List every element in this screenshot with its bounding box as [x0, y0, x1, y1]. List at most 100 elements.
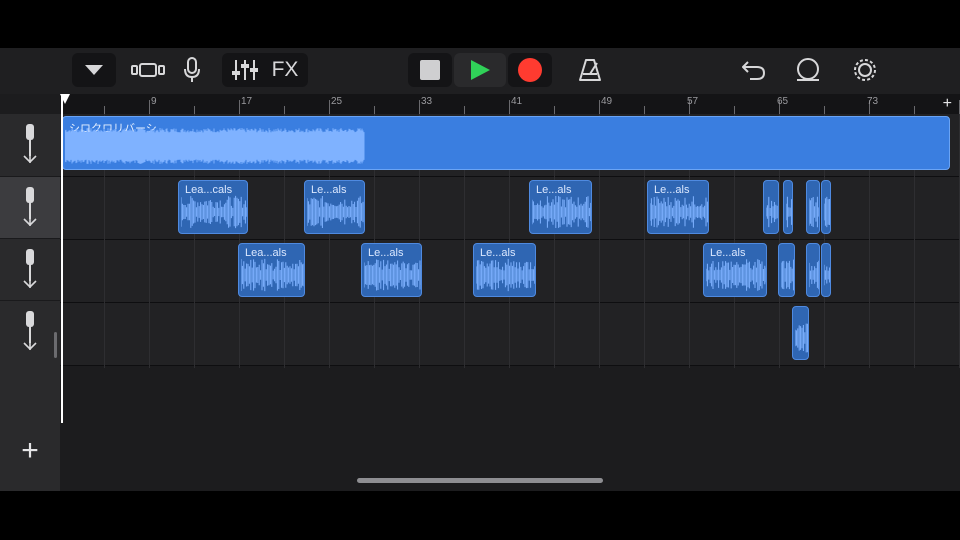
waveform	[476, 258, 535, 292]
ruler-bar-number: 25	[331, 96, 343, 107]
track-lanes: シロクロリバーシ Lea...cals Le...als Le...als Le…	[60, 114, 960, 491]
waveform	[809, 260, 819, 290]
waveform	[809, 196, 819, 228]
ruler-tick	[464, 106, 465, 114]
add-section-button[interactable]: +	[943, 94, 952, 114]
waveform	[766, 196, 778, 228]
waveform	[650, 196, 708, 228]
audio-region[interactable]: Le...als	[529, 180, 592, 234]
settings-icon	[852, 57, 878, 83]
undo-icon	[742, 59, 766, 81]
timeline-ruler[interactable]: 9 17 25 33 41 49 57 65 73 +	[60, 94, 960, 114]
undo-button[interactable]	[736, 53, 772, 87]
waveform	[781, 259, 794, 291]
track-view-button[interactable]	[128, 53, 168, 87]
ruler-tick	[824, 106, 825, 114]
audio-region[interactable]	[763, 180, 779, 234]
ruler-bar-number: 57	[687, 96, 699, 107]
ruler-tick	[104, 106, 105, 114]
record-button[interactable]	[508, 53, 552, 87]
track-headers: +	[0, 114, 60, 491]
microphone-icon	[23, 309, 37, 356]
waveform	[824, 264, 830, 286]
ruler-bar-number: 9	[151, 96, 157, 107]
microphone-icon	[23, 122, 37, 169]
fx-button[interactable]: FX	[272, 58, 299, 82]
audio-region[interactable]	[778, 243, 795, 297]
track-header-4[interactable]	[0, 300, 60, 363]
audio-region[interactable]: Lea...cals	[178, 180, 248, 234]
waveform	[786, 196, 792, 228]
ruler-tick	[554, 106, 555, 114]
ruler-tick	[374, 106, 375, 114]
waveform	[307, 196, 364, 228]
audio-region[interactable]	[821, 180, 831, 234]
microphone-icon	[23, 185, 37, 232]
audio-region[interactable]: Le...als	[361, 243, 422, 297]
waveform	[706, 259, 766, 291]
mixer-fx-group: FX	[222, 53, 308, 87]
audio-region[interactable]: Lea...als	[238, 243, 305, 297]
metronome-button[interactable]	[572, 53, 608, 87]
loop-icon	[795, 58, 821, 82]
dropdown-icon	[84, 64, 104, 76]
ruler-tick	[194, 106, 195, 114]
garageband-app: FX 9 17 25 33 41 49 57 65 73 + + シロクロリバー…	[0, 48, 960, 491]
waveform	[241, 258, 304, 292]
ruler-tick	[239, 100, 240, 114]
audio-region[interactable]	[821, 243, 831, 297]
playhead-line	[61, 94, 63, 423]
toolbar: FX	[0, 48, 960, 94]
audio-region[interactable]	[806, 243, 820, 297]
ruler-tick	[599, 100, 600, 114]
microphone-icon	[183, 57, 201, 83]
waveform	[65, 128, 365, 164]
audio-region[interactable]: Le...als	[647, 180, 709, 234]
settings-button[interactable]	[846, 53, 884, 87]
audio-region[interactable]: Le...als	[304, 180, 365, 234]
ruler-tick	[734, 106, 735, 114]
stop-button[interactable]	[408, 53, 452, 87]
ruler-bar-number: 65	[777, 96, 789, 107]
audio-region[interactable]	[792, 306, 809, 360]
ruler-tick	[914, 106, 915, 114]
waveform	[532, 196, 591, 228]
waveform	[364, 259, 421, 291]
ruler-tick	[644, 106, 645, 114]
scroll-handle[interactable]	[54, 332, 57, 358]
track-header-3[interactable]	[0, 238, 60, 301]
ruler-tick	[149, 100, 150, 114]
play-icon	[469, 59, 491, 81]
track-header-2[interactable]	[0, 176, 60, 239]
audio-region[interactable]: Le...als	[473, 243, 536, 297]
audio-region[interactable]	[806, 180, 820, 234]
ruler-tick	[509, 100, 510, 114]
waveform	[795, 323, 808, 353]
track-view-icon	[131, 62, 165, 78]
loop-browser-button[interactable]	[790, 53, 826, 87]
home-indicator[interactable]	[357, 478, 603, 483]
ruler-tick	[419, 100, 420, 114]
ruler-bar-number: 73	[867, 96, 879, 107]
track-header-1[interactable]	[0, 114, 60, 176]
ruler-bar-number: 17	[241, 96, 253, 107]
ruler-bar-number: 49	[601, 96, 613, 107]
ruler-bar-number: 33	[421, 96, 433, 107]
play-button[interactable]	[454, 53, 506, 87]
ruler-tick	[329, 100, 330, 114]
audio-region[interactable]	[783, 180, 793, 234]
microphone-button[interactable]	[176, 53, 208, 87]
track-lane-4[interactable]	[60, 303, 960, 366]
stop-icon	[420, 60, 440, 80]
ruler-bar-number: 41	[511, 96, 523, 107]
dropdown-button[interactable]	[72, 53, 116, 87]
microphone-icon	[23, 247, 37, 294]
metronome-icon	[578, 58, 602, 82]
waveform	[181, 195, 247, 229]
add-track-button[interactable]: +	[14, 436, 46, 468]
mixer-icon[interactable]	[231, 59, 258, 81]
record-icon	[518, 58, 542, 82]
audio-region[interactable]: Le...als	[703, 243, 767, 297]
playhead-handle[interactable]	[60, 94, 70, 104]
audio-region-master[interactable]: シロクロリバーシ	[62, 116, 950, 170]
